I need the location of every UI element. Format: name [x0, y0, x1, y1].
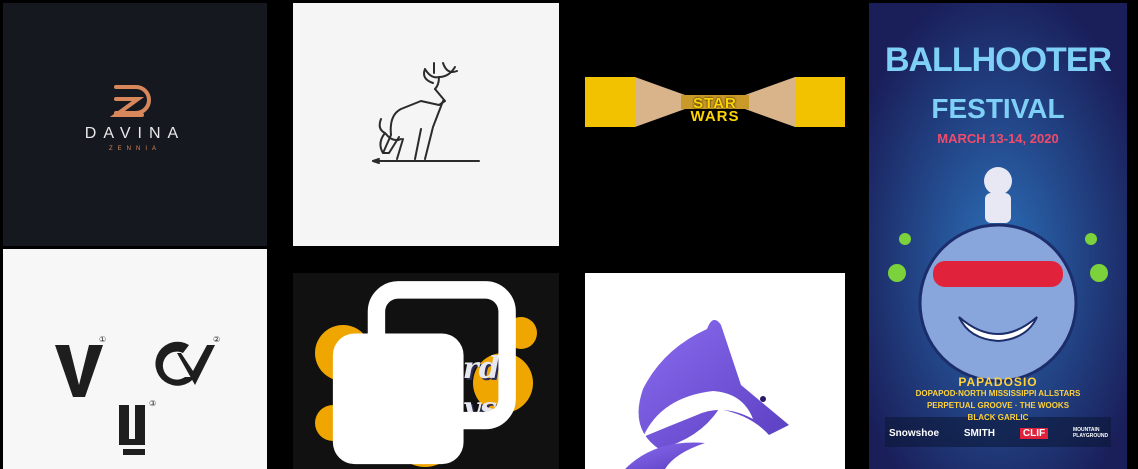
davina-logo-tile[interactable]: DAVINA ZENNIA: [3, 3, 267, 246]
poster-date: MARCH 13-14, 2020: [937, 131, 1059, 146]
ballhooter-poster-tile[interactable]: BALLHOOTER FESTIVAL MARCH 13-14, 2020 PA…: [869, 3, 1127, 469]
monogram-b-superscript: ②: [213, 335, 221, 344]
davina-name: DAVINA: [84, 125, 186, 142]
multiple-images-icon: [332, 281, 516, 465]
poster-lineup-1: DOPAPOD·NORTH MISSISSIPPI ALLSTARS: [915, 389, 1081, 398]
poster-lineup-3: BLACK GARLIC: [967, 413, 1029, 422]
poster-headliner: PAPADOSIO: [958, 375, 1038, 389]
sponsor-clif: CLIF: [1019, 427, 1049, 439]
deer-icon: [372, 62, 480, 164]
sponsor-smith: SMITH: [963, 427, 995, 439]
fox-logo-tile[interactable]: [585, 273, 845, 469]
star-wars-line2: WARS: [690, 108, 740, 125]
hartford-cityboys-tile[interactable]: Hartford Cityboys: [293, 273, 559, 469]
poster-lineup-2: PERPETUAL GROOVE · THE WOOKS: [926, 401, 1070, 410]
poster-title-1: BALLHOOTER: [884, 41, 1112, 79]
star-wars-pencil-tile[interactable]: STAR WARS: [585, 3, 845, 246]
monogram-graphics: [55, 341, 215, 455]
poster-title-2: FESTIVAL: [931, 93, 1065, 124]
fox-icon: [625, 319, 789, 469]
sponsor-mountain-playground: MOUNTAIN PLAYGROUND: [1072, 427, 1109, 439]
sponsor-snowshoe: Snowshoe: [889, 427, 940, 439]
davina-subname: ZENNIA: [108, 146, 161, 152]
deer-logo-tile[interactable]: [293, 3, 559, 246]
monogram-c-superscript: ③: [149, 399, 157, 408]
monogram-a-superscript: ①: [99, 335, 107, 344]
monograms-tile[interactable]: ① ② ③: [3, 249, 267, 469]
